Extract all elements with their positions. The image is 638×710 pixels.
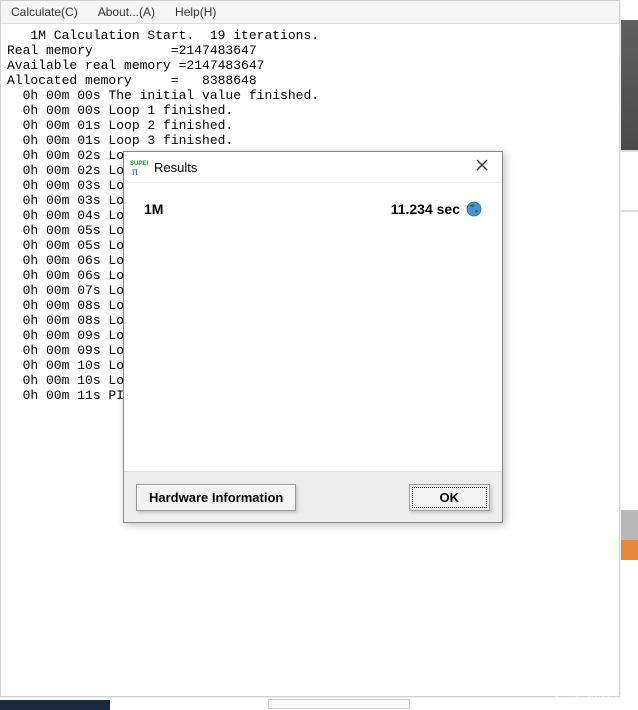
svg-text:π: π <box>132 164 138 176</box>
dialog-titlebar[interactable]: SUPER π Results <box>124 152 502 183</box>
menu-calculate[interactable]: Calculate(C) <box>1 3 88 21</box>
dialog-close-button[interactable] <box>462 152 502 182</box>
bottom-box <box>268 699 410 709</box>
ok-button[interactable]: OK <box>409 484 491 511</box>
close-icon <box>476 158 488 176</box>
menu-help[interactable]: Help(H) <box>165 3 226 21</box>
right-edge-strip <box>621 0 638 710</box>
superpi-app-window: Calculate(C) About...(A) Help(H) 1M Calc… <box>0 0 620 697</box>
hardware-info-button[interactable]: Hardware Information <box>136 484 296 511</box>
menu-about[interactable]: About...(A) <box>88 3 165 21</box>
bottom-dark-strip <box>0 700 110 710</box>
dialog-title: Results <box>154 160 197 175</box>
superpi-icon: SUPER π <box>130 158 148 176</box>
globe-icon[interactable] <box>466 201 482 217</box>
results-dialog: SUPER π Results 1M 11.234 sec <box>123 151 503 523</box>
menu-bar: Calculate(C) About...(A) Help(H) <box>1 1 619 24</box>
watermark-text: 新浪众测 <box>586 683 634 700</box>
dialog-body: 1M 11.234 sec <box>124 183 502 481</box>
watermark-logo-icon <box>554 678 580 704</box>
result-time-value: 11.234 sec <box>391 201 460 217</box>
dialog-footer: Hardware Information OK <box>124 471 502 522</box>
watermark: 新浪众测 <box>554 678 634 704</box>
result-size-label: 1M <box>144 201 163 217</box>
result-row: 1M 11.234 sec <box>144 201 482 217</box>
